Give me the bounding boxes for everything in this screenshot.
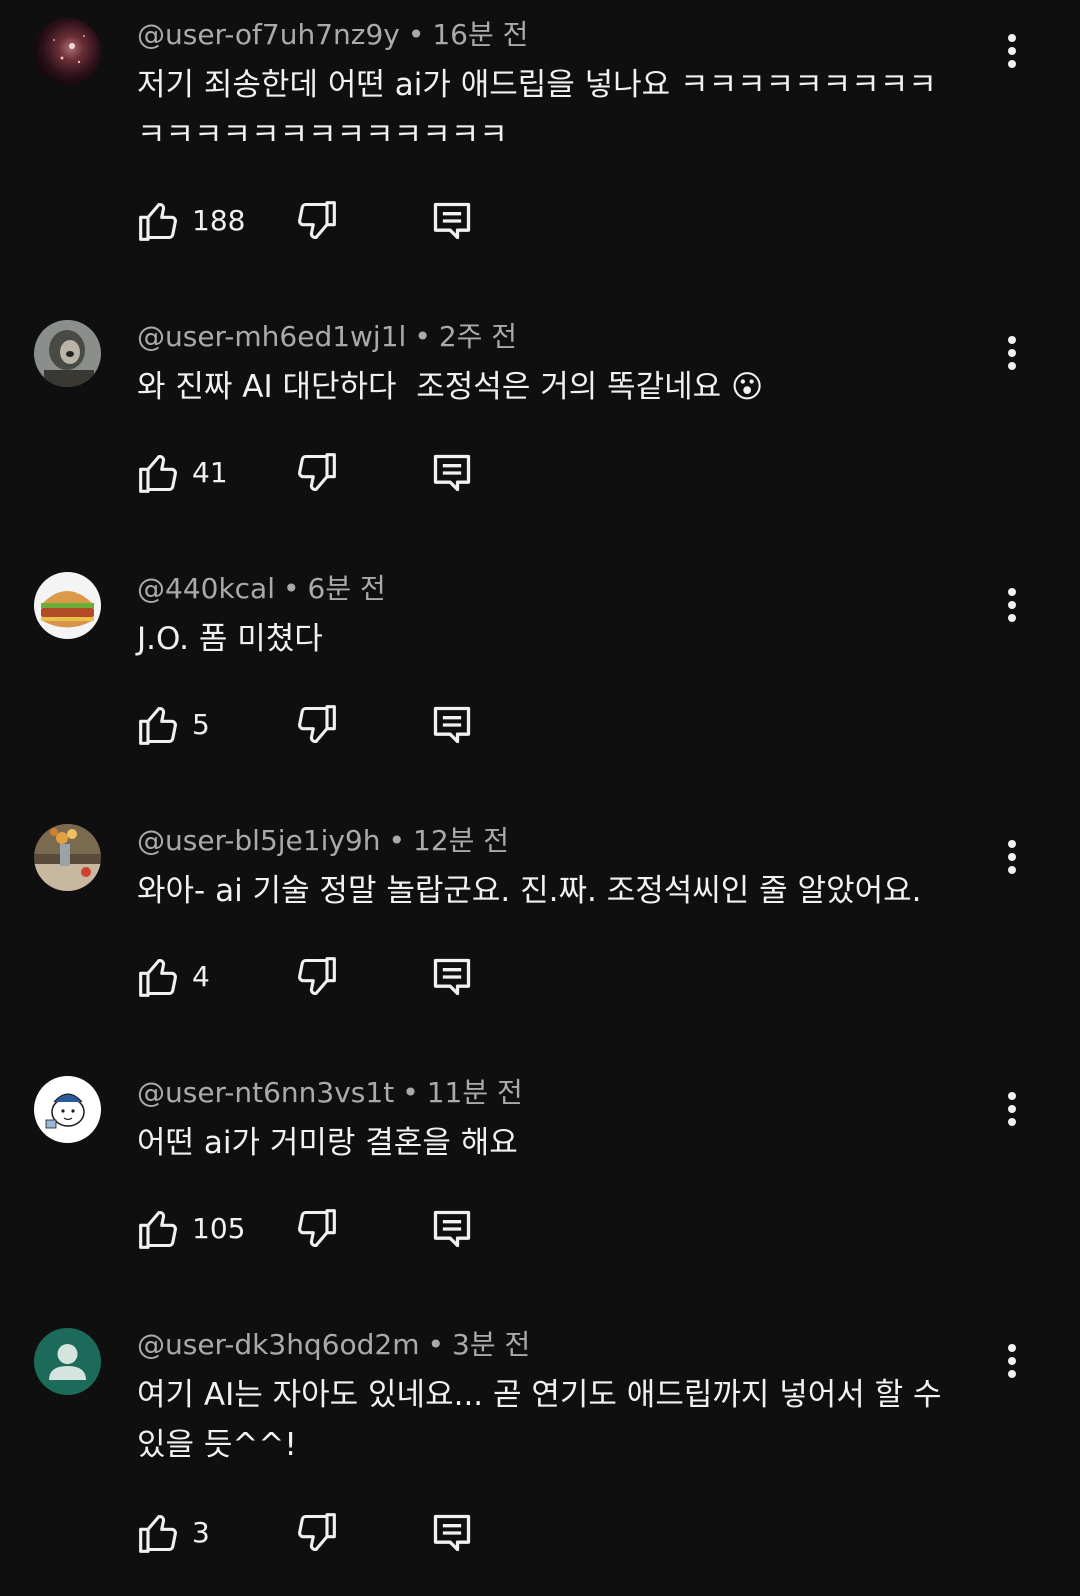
like-count: 188 — [192, 204, 246, 237]
thumbs-down-icon[interactable] — [294, 703, 338, 747]
meta-separator: • — [402, 1076, 419, 1109]
more-vertical-icon[interactable] — [985, 330, 1029, 378]
comment-author[interactable]: @user-mh6ed1wj1l — [137, 320, 406, 353]
like-count: 41 — [192, 456, 228, 489]
comment-time[interactable]: 2주 전 — [439, 320, 517, 353]
user-avatar[interactable] — [34, 824, 101, 891]
thumbs-up-icon[interactable] — [137, 703, 181, 747]
meta-separator: • — [388, 824, 405, 857]
comment-text: 여기 AI는 자아도 있네요... 곧 연기도 애드립까지 넣어서 할 수 있을… — [137, 1377, 942, 1463]
comment-actions: 41 — [137, 451, 537, 499]
reply-comment-icon[interactable] — [430, 955, 474, 999]
comment-actions: 3 — [137, 1511, 537, 1559]
comment-text: 와 진짜 AI 대단하다 조정석은 거의 똑같네요 😮 — [137, 369, 764, 405]
comment-time[interactable]: 6분 전 — [308, 572, 386, 605]
comment-text: J.O. 폼 미쳤다 — [137, 621, 323, 657]
comment-actions: 5 — [137, 703, 537, 751]
comment-author[interactable]: @user-nt6nn3vs1t — [137, 1076, 394, 1109]
comment-author[interactable]: @440kcal — [137, 572, 275, 605]
comment-author[interactable]: @user-dk3hq6od2m — [137, 1328, 420, 1361]
comment-author[interactable]: @user-of7uh7nz9y — [137, 18, 400, 51]
comment-meta: @user-mh6ed1wj1l • 2주 전 — [137, 320, 517, 354]
comment-time[interactable]: 16분 전 — [432, 18, 528, 51]
thumbs-down-icon[interactable] — [294, 199, 338, 243]
more-vertical-icon[interactable] — [985, 834, 1029, 882]
comment-text: 어떤 ai가 거미랑 결혼을 해요 — [137, 1125, 518, 1161]
comment-time[interactable]: 3분 전 — [452, 1328, 530, 1361]
comment-actions: 4 — [137, 955, 537, 1003]
user-avatar[interactable] — [34, 320, 101, 387]
like-count: 105 — [192, 1212, 246, 1245]
thumbs-up-icon[interactable] — [137, 1511, 181, 1555]
thumbs-up-icon[interactable] — [137, 199, 181, 243]
meta-separator: • — [414, 320, 431, 353]
thumbs-up-icon[interactable] — [137, 955, 181, 999]
like-count: 4 — [192, 960, 210, 993]
meta-separator: • — [407, 18, 425, 51]
more-vertical-icon[interactable] — [985, 1086, 1029, 1134]
thumbs-down-icon[interactable] — [294, 955, 338, 999]
user-avatar[interactable] — [34, 572, 101, 639]
more-vertical-icon[interactable] — [985, 582, 1029, 630]
comment-time[interactable]: 12분 전 — [413, 824, 509, 857]
reply-comment-icon[interactable] — [430, 703, 474, 747]
meta-separator: • — [283, 572, 300, 605]
thumbs-up-icon[interactable] — [137, 1207, 181, 1251]
like-count: 3 — [192, 1516, 210, 1549]
user-avatar[interactable] — [34, 1328, 101, 1395]
thumbs-up-icon[interactable] — [137, 451, 181, 495]
comment-time[interactable]: 11분 전 — [427, 1076, 523, 1109]
thumbs-down-icon[interactable] — [294, 451, 338, 495]
reply-comment-icon[interactable] — [430, 1511, 474, 1555]
more-vertical-icon[interactable] — [985, 28, 1029, 76]
comment-author[interactable]: @user-bl5je1iy9h — [137, 824, 380, 857]
like-count: 5 — [192, 708, 210, 741]
comment-actions: 105 — [137, 1207, 537, 1255]
reply-comment-icon[interactable] — [430, 451, 474, 495]
meta-separator: • — [427, 1328, 445, 1361]
comment-meta: @user-bl5je1iy9h • 12분 전 — [137, 824, 509, 858]
reply-comment-icon[interactable] — [430, 199, 474, 243]
comment-meta: @user-nt6nn3vs1t • 11분 전 — [137, 1076, 523, 1110]
comment-text: 저기 죄송한데 어떤 ai가 애드립을 넣나요 ㅋㅋㅋㅋㅋㅋㅋㅋㅋ ㅋㅋㅋㅋㅋㅋ… — [137, 67, 937, 153]
user-avatar[interactable] — [34, 1076, 101, 1143]
comment-actions: 188 — [137, 199, 537, 247]
reply-comment-icon[interactable] — [430, 1207, 474, 1251]
user-avatar[interactable] — [34, 18, 101, 85]
comment-meta: @user-dk3hq6od2m • 3분 전 — [137, 1328, 530, 1362]
thumbs-down-icon[interactable] — [294, 1511, 338, 1555]
comment-meta: @440kcal • 6분 전 — [137, 572, 386, 606]
comment-text: 와아- ai 기술 정말 놀랍군요. 진.짜. 조정석씨인 줄 알았어요. — [137, 873, 922, 909]
more-vertical-icon[interactable] — [985, 1338, 1029, 1386]
comment-meta: @user-of7uh7nz9y • 16분 전 — [137, 18, 528, 52]
thumbs-down-icon[interactable] — [294, 1207, 338, 1251]
